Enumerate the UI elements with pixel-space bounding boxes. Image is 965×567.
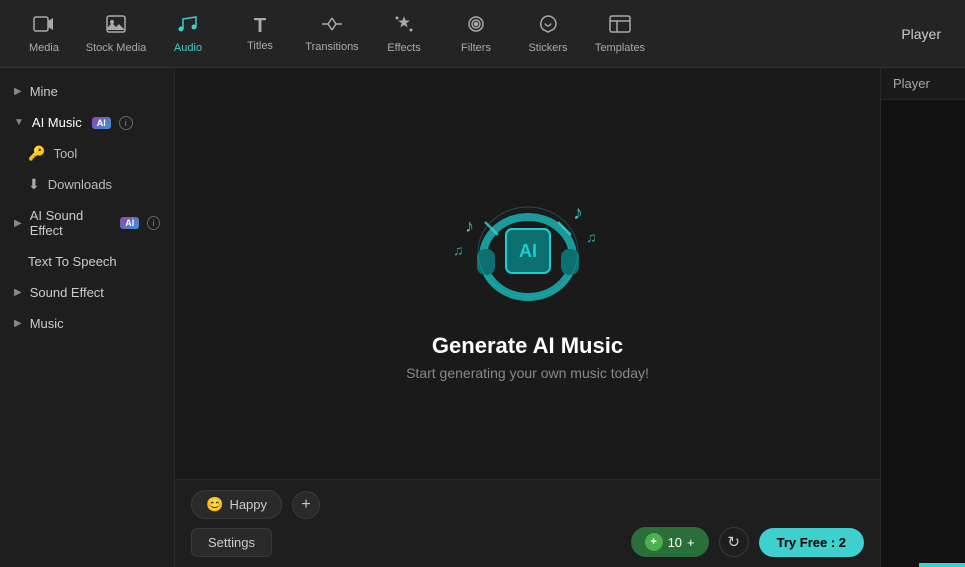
svg-text:♫: ♫ — [586, 229, 597, 245]
sidebar-ai-sound-effect-label: AI Sound Effect — [30, 208, 111, 238]
ai-badge: AI — [92, 117, 111, 129]
player-panel: Player — [880, 68, 965, 567]
settings-row: Settings + 10 + ↻ Try Free : 2 — [191, 527, 864, 557]
tool-icon: 🔑 — [28, 145, 45, 162]
ai-music-arrow-icon: ▼ — [14, 117, 24, 128]
sidebar-sound-effect-label: Sound Effect — [30, 285, 104, 300]
music-arrow-icon: ▶ — [14, 318, 22, 329]
player-button[interactable]: Player — [885, 20, 957, 48]
settings-button[interactable]: Settings — [191, 528, 272, 557]
stickers-icon — [537, 14, 559, 38]
sidebar-item-ai-sound-effect[interactable]: ▶ AI Sound Effect AI i — [0, 200, 174, 246]
refresh-button[interactable]: ↻ — [719, 527, 749, 557]
nav-item-stock-media[interactable]: Stock Media — [80, 4, 152, 64]
right-controls: + 10 + ↻ Try Free : 2 — [631, 527, 864, 557]
credits-plus: + — [650, 536, 656, 548]
credits-button[interactable]: + 10 + — [631, 527, 709, 557]
nav-item-media[interactable]: Media — [8, 4, 80, 64]
add-icon: + — [301, 496, 310, 514]
bottom-bar: 😊 Happy + Settings + 10 + — [175, 479, 880, 567]
nav-label-stickers: Stickers — [528, 42, 567, 54]
nav-label-stock-media: Stock Media — [86, 42, 147, 54]
mood-label: Happy — [229, 497, 267, 512]
mood-chip-happy[interactable]: 😊 Happy — [191, 490, 282, 519]
player-progress-bar — [919, 563, 965, 567]
refresh-icon: ↻ — [727, 533, 740, 551]
titles-icon: T — [254, 16, 266, 36]
sidebar-item-text-to-speech[interactable]: Text To Speech — [0, 246, 174, 277]
mine-arrow-icon: ▶ — [14, 86, 22, 97]
svg-text:♪: ♪ — [465, 216, 474, 236]
downloads-label: Downloads — [48, 177, 112, 192]
svg-text:♪: ♪ — [573, 202, 583, 224]
mood-emoji: 😊 — [206, 496, 223, 513]
credits-value: 10 — [668, 535, 682, 550]
sidebar-item-ai-music[interactable]: ▼ AI Music AI i — [0, 107, 174, 138]
main-area: ▶ Mine ▼ AI Music AI i 🔑 Tool ⬇ Download… — [0, 68, 965, 567]
filters-icon — [465, 14, 487, 38]
sidebar-sub-item-tool[interactable]: 🔑 Tool — [28, 138, 174, 169]
sidebar-mine-label: Mine — [30, 84, 58, 99]
generate-title: Generate AI Music — [406, 333, 649, 359]
stock-media-icon — [105, 14, 127, 38]
top-navigation: Media Stock Media Audio T Titles — [0, 0, 965, 68]
nav-item-templates[interactable]: Templates — [584, 4, 656, 64]
credits-icon: + — [645, 533, 663, 551]
player-content — [881, 100, 965, 561]
sidebar-sub-item-downloads[interactable]: ⬇ Downloads — [28, 169, 174, 200]
nav-label-media: Media — [29, 42, 59, 54]
transitions-icon — [321, 15, 343, 37]
sidebar-music-label: Music — [30, 316, 64, 331]
audio-icon — [177, 14, 199, 38]
nav-label-audio: Audio — [174, 42, 202, 54]
text-to-speech-label: Text To Speech — [28, 254, 117, 269]
sidebar-item-sound-effect[interactable]: ▶ Sound Effect — [0, 277, 174, 308]
credits-plus-label: + — [687, 535, 695, 550]
nav-item-filters[interactable]: Filters — [440, 4, 512, 64]
nav-item-titles[interactable]: T Titles — [224, 4, 296, 64]
add-mood-button[interactable]: + — [292, 491, 320, 519]
effects-icon — [393, 14, 415, 38]
nav-label-titles: Titles — [247, 40, 273, 52]
ai-sound-arrow-icon: ▶ — [14, 218, 22, 229]
ai-sound-info-icon[interactable]: i — [147, 216, 160, 230]
nav-label-templates: Templates — [595, 42, 645, 54]
sidebar-sub-tool: 🔑 Tool ⬇ Downloads — [0, 138, 174, 200]
templates-icon — [609, 14, 631, 38]
nav-item-audio[interactable]: Audio — [152, 4, 224, 64]
generate-subtitle: Start generating your own music today! — [406, 365, 649, 381]
nav-item-stickers[interactable]: Stickers — [512, 4, 584, 64]
svg-text:♫: ♫ — [453, 242, 464, 258]
sound-effect-arrow-icon: ▶ — [14, 287, 22, 298]
nav-item-effects[interactable]: Effects — [368, 4, 440, 64]
media-icon — [33, 14, 55, 38]
try-free-button[interactable]: Try Free : 2 — [759, 528, 864, 557]
info-icon[interactable]: i — [119, 116, 133, 130]
sidebar-item-mine[interactable]: ▶ Mine — [0, 76, 174, 107]
sidebar-item-music[interactable]: ▶ Music — [0, 308, 174, 339]
player-header-label: Player — [881, 68, 965, 100]
sidebar-ai-music-label: AI Music — [32, 115, 82, 130]
nav-label-transitions: Transitions — [305, 41, 358, 53]
nav-label-filters: Filters — [461, 42, 491, 54]
ai-music-illustration: AI ♪ ♫ ♪ ♫ — [443, 167, 613, 317]
nav-item-transitions[interactable]: Transitions — [296, 4, 368, 64]
ai-sound-badge: AI — [120, 217, 139, 229]
mood-row: 😊 Happy + — [191, 490, 864, 519]
svg-text:AI: AI — [519, 241, 537, 261]
content-main: AI ♪ ♫ ♪ ♫ Generate AI Music Start gener… — [175, 68, 880, 479]
sidebar: ▶ Mine ▼ AI Music AI i 🔑 Tool ⬇ Download… — [0, 68, 175, 567]
tool-label: Tool — [53, 146, 77, 161]
downloads-icon: ⬇ — [28, 176, 40, 193]
nav-label-effects: Effects — [387, 42, 420, 54]
